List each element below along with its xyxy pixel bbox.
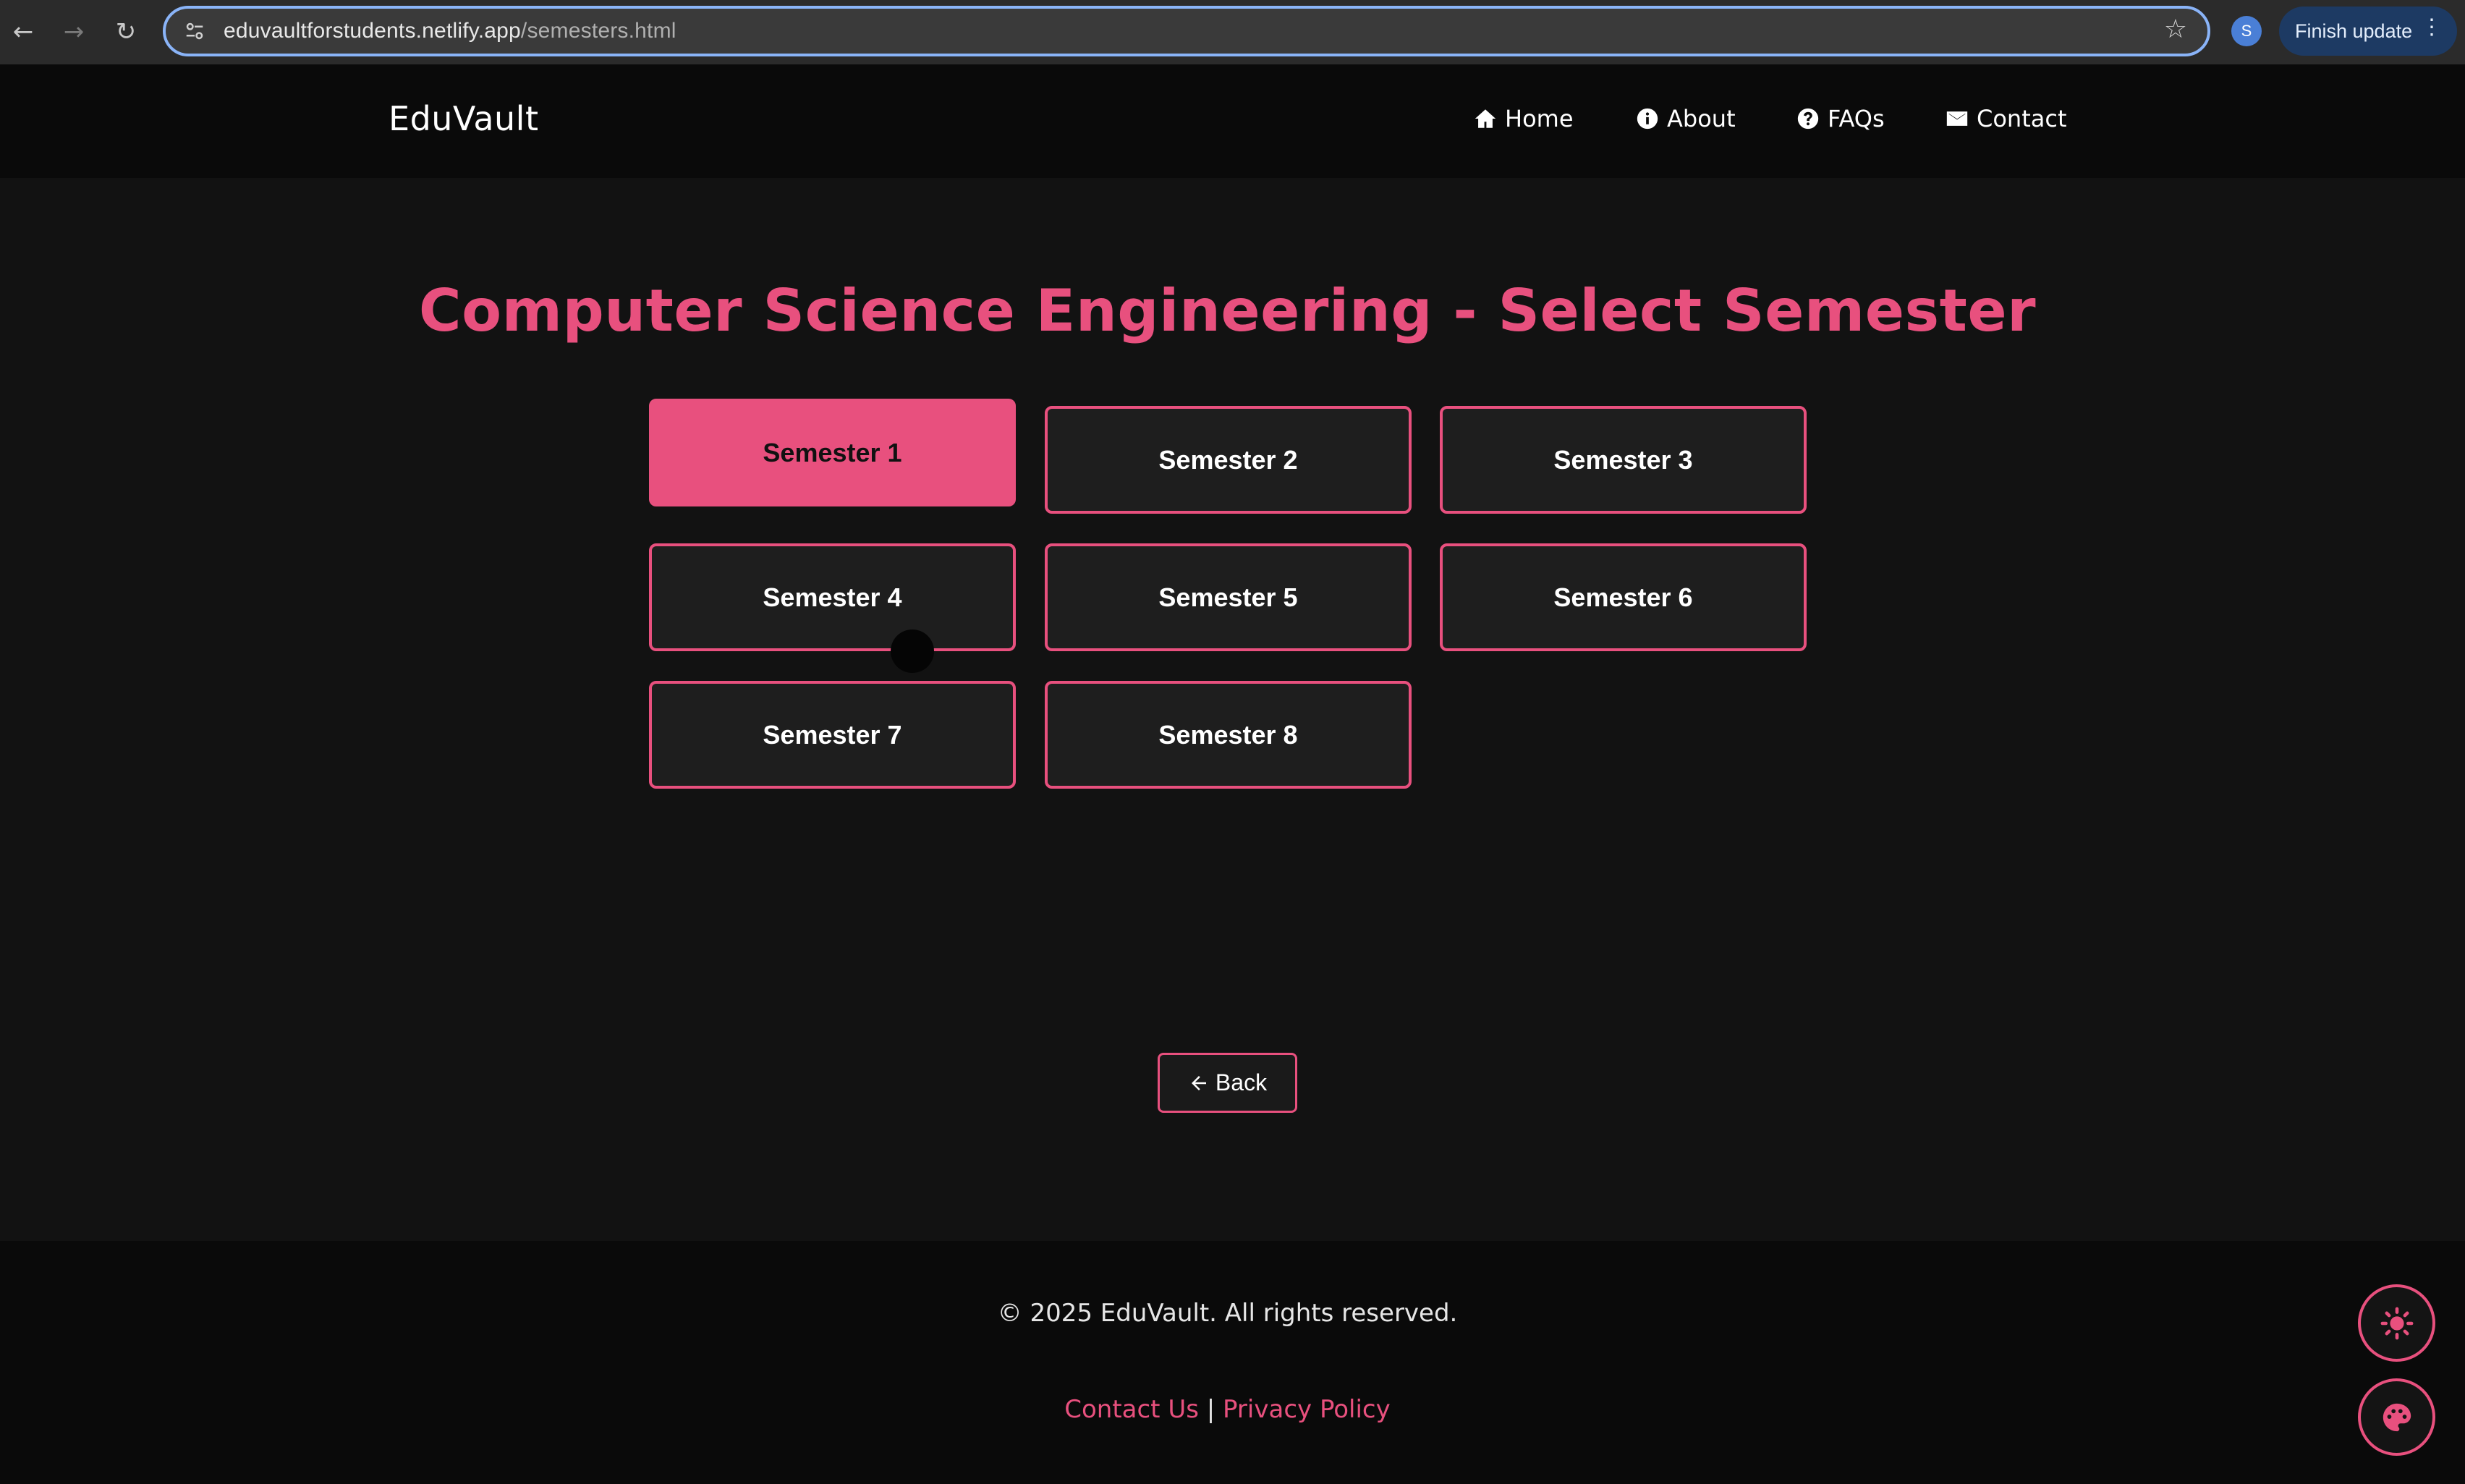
- footer-separator: |: [1206, 1395, 1215, 1424]
- semester-6-button[interactable]: Semester 6: [1440, 543, 1807, 651]
- privacy-policy-link[interactable]: Privacy Policy: [1223, 1395, 1391, 1424]
- url-path: /semesters.html: [520, 19, 676, 43]
- address-bar[interactable]: eduvaultforstudents.netlify.app/semester…: [163, 6, 2210, 56]
- envelope-icon: [1946, 111, 1968, 126]
- page-title: Computer Science Engineering - Select Se…: [418, 277, 2037, 344]
- finish-update-label: Finish update: [2295, 20, 2413, 42]
- browser-toolbar: ← → ↻ eduvaultforstudents.netlify.app/se…: [0, 0, 2465, 64]
- bookmark-star-icon[interactable]: ☆: [2164, 14, 2187, 44]
- nav-about[interactable]: About: [1635, 105, 1736, 132]
- nav-faqs[interactable]: FAQs: [1796, 105, 1885, 132]
- nav-home-label: Home: [1505, 105, 1574, 132]
- theme-toggle-button[interactable]: [2358, 1284, 2435, 1362]
- question-icon: [1797, 108, 1819, 130]
- semester-4-button[interactable]: Semester 4: [649, 543, 1016, 651]
- nav-home[interactable]: Home: [1473, 105, 1574, 132]
- back-button-label: Back: [1215, 1069, 1268, 1095]
- nav-faqs-label: FAQs: [1828, 105, 1885, 132]
- more-menu-icon[interactable]: ⋮: [2421, 17, 2443, 38]
- site-header: EduVault Home About FAQs Contact: [0, 64, 2465, 178]
- browser-reload-icon[interactable]: ↻: [109, 14, 143, 49]
- semester-1-button[interactable]: Semester 1: [649, 399, 1016, 506]
- browser-back-icon[interactable]: ←: [6, 14, 41, 49]
- main-content: Computer Science Engineering - Select Se…: [0, 178, 2465, 1241]
- sun-icon: [2380, 1307, 2413, 1339]
- semester-8-button[interactable]: Semester 8: [1045, 681, 1412, 789]
- semester-7-button[interactable]: Semester 7: [649, 681, 1016, 789]
- semester-3-button[interactable]: Semester 3: [1440, 406, 1807, 514]
- contact-us-link[interactable]: Contact Us: [1064, 1395, 1199, 1424]
- finish-update-button[interactable]: Finish update ⋮: [2279, 7, 2457, 56]
- copyright-text: © 2025 EduVault. All rights reserved.: [997, 1299, 1458, 1328]
- footer-links: Contact Us | Privacy Policy: [0, 1395, 2455, 1424]
- home-icon: [1475, 109, 1496, 128]
- nav-contact[interactable]: Contact: [1945, 105, 2067, 132]
- semester-2-button[interactable]: Semester 2: [1045, 406, 1412, 514]
- profile-avatar[interactable]: S: [2231, 16, 2262, 46]
- site-info-icon[interactable]: [180, 20, 209, 42]
- nav-contact-label: Contact: [1977, 105, 2067, 132]
- site-footer: © 2025 EduVault. All rights reserved. Co…: [0, 1241, 2465, 1484]
- back-button[interactable]: Back: [1158, 1053, 1297, 1113]
- url-text: eduvaultforstudents.netlify.app/semester…: [224, 19, 676, 43]
- palette-icon: [2383, 1403, 2411, 1431]
- browser-forward-icon[interactable]: →: [56, 14, 91, 49]
- mouse-cursor: [891, 629, 934, 673]
- arrow-left-icon: [1191, 1075, 1206, 1090]
- info-icon: [1637, 108, 1658, 130]
- color-palette-button[interactable]: [2358, 1378, 2435, 1456]
- site-logo[interactable]: EduVault: [389, 99, 538, 138]
- semester-5-button[interactable]: Semester 5: [1045, 543, 1412, 651]
- url-domain: eduvaultforstudents.netlify.app: [224, 19, 521, 43]
- nav-about-label: About: [1667, 105, 1736, 132]
